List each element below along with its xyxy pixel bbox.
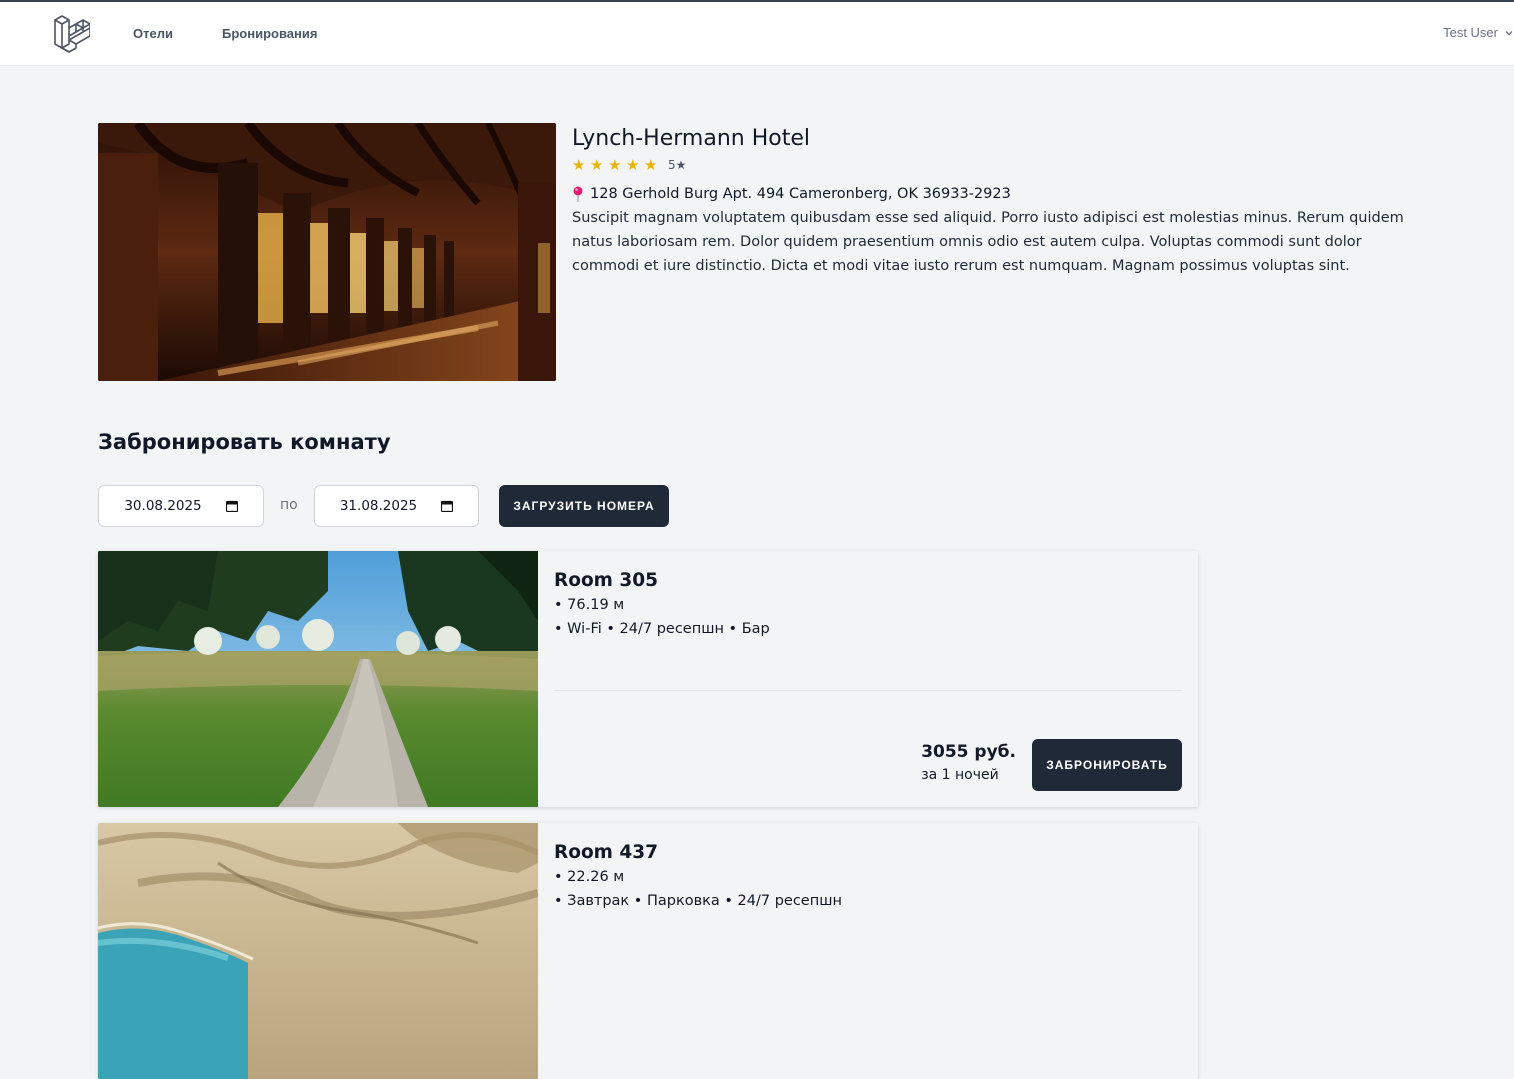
room-card: Room 305 • 76.19 м • Wi-Fi • 24/7 ресепш… [98,551,1198,807]
room-photo [98,551,538,807]
hotel-rating: ★ ★ ★ ★ ★ 5★ [572,156,1432,174]
room-card: Room 437 • 22.26 м • Завтрак • Парковка … [98,823,1198,1079]
logo-icon[interactable] [52,15,91,53]
hotel-photo [98,123,556,381]
room-details: Room 305 • 76.19 м • Wi-Fi • 24/7 ресепш… [554,569,1182,641]
room-photo [98,823,540,1079]
hotel-info: Lynch-Hermann Hotel ★ ★ ★ ★ ★ 5★ 128 Ger… [572,125,1432,278]
room-price: 3055 руб. за 1 ночей [921,740,1016,786]
date-to-input[interactable]: 31.08.2025 [314,485,479,527]
room-details: Room 437 • 22.26 м • Завтрак • Парковка … [554,841,1182,913]
room-area: • 76.19 м [554,597,625,613]
rating-label: 5★ [668,158,687,172]
book-room-button[interactable]: Забронировать [1032,739,1182,791]
room-amenities: • Wi-Fi • 24/7 ресепшн • Бар [554,621,770,637]
address-text: 128 Gerhold Burg Apt. 494 Cameronberg, O… [590,186,1011,202]
hotel-description: Suscipit magnam voluptatem quibusdam ess… [572,210,1404,274]
nav-link-bookings[interactable]: Бронирования [222,26,317,41]
room-title: Room 305 [554,570,658,591]
star-icon: ★ [626,156,640,174]
top-nav: Отели Бронирования Test User [0,2,1514,66]
calendar-icon[interactable] [441,500,454,512]
booking-section-title: Забронировать комнату [98,430,391,454]
star-icon: ★ [644,156,658,174]
hotel-address: 128 Gerhold Burg Apt. 494 Cameronberg, O… [572,186,1432,202]
divider [554,690,1182,691]
date-separator: по [280,497,298,513]
price-value: 3055 руб. [921,742,1016,762]
room-amenities: • Завтрак • Парковка • 24/7 ресепшн [554,893,842,909]
load-rooms-button[interactable]: Загрузить номера [499,485,669,527]
nav-link-hotels[interactable]: Отели [133,26,173,41]
user-name: Test User [1443,25,1498,40]
chevron-down-icon [1505,30,1513,35]
room-area: • 22.26 м [554,869,625,885]
hotel-name: Lynch-Hermann Hotel [572,126,810,151]
date-from-value: 30.08.2025 [124,498,202,514]
price-per-nights: за 1 ночей [921,767,999,783]
room-title: Room 437 [554,842,658,863]
map-pin-icon [573,186,583,202]
star-icon: ★ [590,156,604,174]
star-icon: ★ [608,156,622,174]
calendar-icon[interactable] [225,500,238,512]
date-to-value: 31.08.2025 [339,498,418,514]
user-menu[interactable]: Test User [1443,25,1514,40]
date-from-input[interactable]: 30.08.2025 [98,485,264,527]
star-icon: ★ [572,156,586,174]
